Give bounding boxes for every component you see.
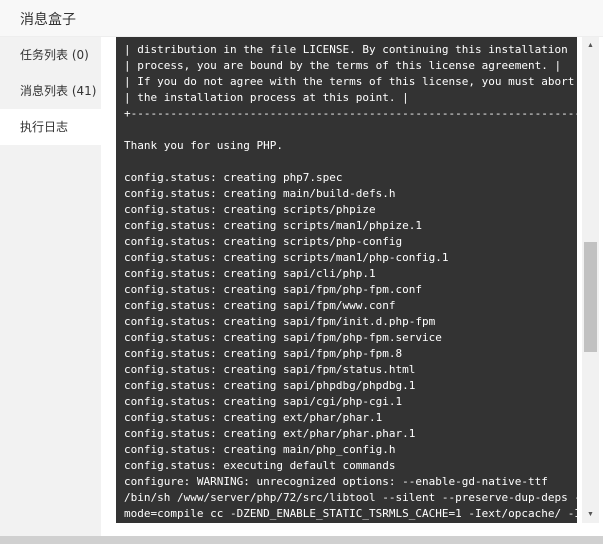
scrollbar-thumb[interactable] (584, 242, 597, 352)
log-content-area: | distribution in the file LICENSE. By c… (101, 37, 603, 536)
message-box-dialog: 消息盒子 任务列表 (0) 消息列表 (41) 执行日志 | distribut… (0, 0, 603, 536)
sidebar-item-task-list[interactable]: 任务列表 (0) (0, 37, 101, 73)
sidebar: 任务列表 (0) 消息列表 (41) 执行日志 (0, 37, 101, 536)
background-page-strip (0, 536, 603, 544)
execution-log-terminal[interactable]: | distribution in the file LICENSE. By c… (116, 37, 577, 523)
execution-log-text: | distribution in the file LICENSE. By c… (124, 43, 577, 520)
dialog-title: 消息盒子 (20, 12, 76, 28)
sidebar-item-message-list[interactable]: 消息列表 (41) (0, 73, 101, 109)
sidebar-item-execution-log[interactable]: 执行日志 (0, 109, 101, 145)
scroll-up-icon[interactable]: ▲ (582, 37, 599, 54)
scroll-down-icon[interactable]: ▼ (582, 506, 599, 523)
dialog-titlebar: 消息盒子 (0, 0, 603, 37)
log-scrollbar[interactable]: ▲ ▼ (582, 37, 599, 523)
